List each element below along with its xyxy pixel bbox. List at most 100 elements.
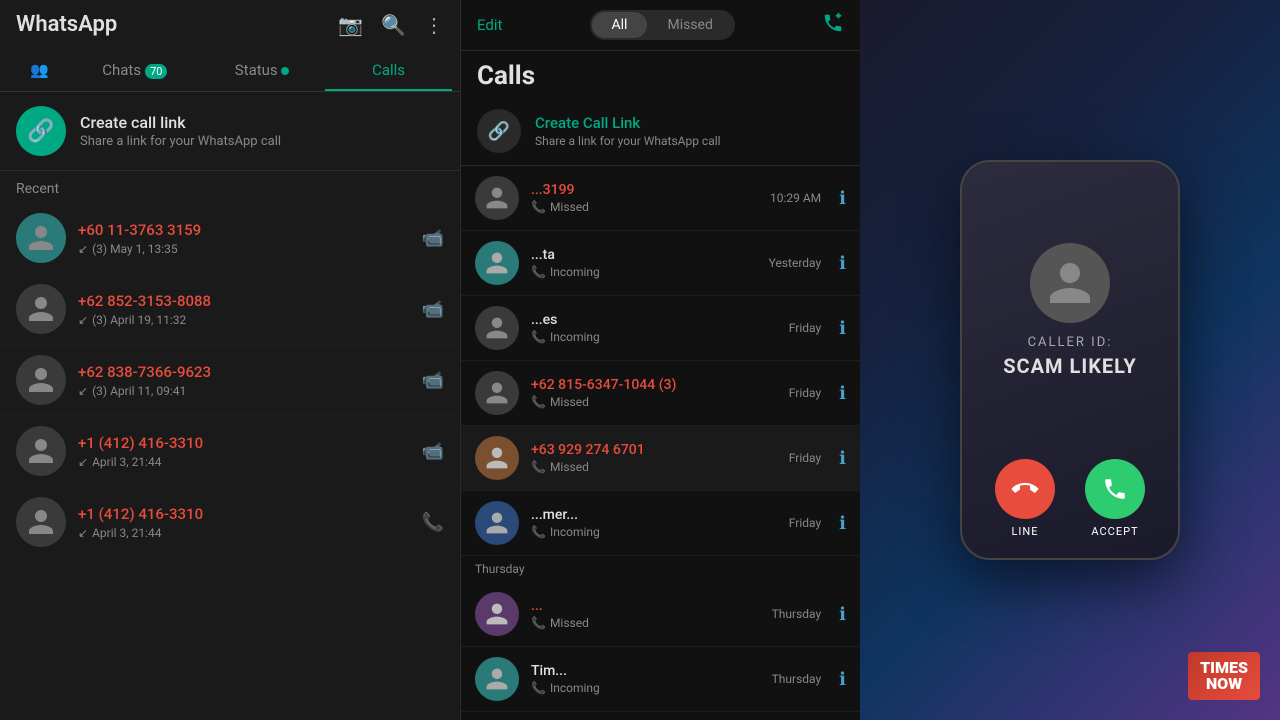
camera-icon[interactable]: 📷: [338, 13, 363, 37]
menu-icon[interactable]: ⋮: [424, 13, 444, 37]
tab-calls[interactable]: Calls: [325, 49, 452, 91]
avatar: [475, 592, 519, 636]
scam-likely-text: SCAM LIKELY: [1003, 354, 1137, 378]
avatar: [475, 306, 519, 350]
info-button[interactable]: ℹ: [839, 188, 846, 209]
decline-button[interactable]: [995, 459, 1055, 519]
link-title: Create call link: [80, 113, 281, 132]
accept-button-group: ACCEPT: [1085, 459, 1145, 538]
call-name: +60 11-3763 3159: [78, 221, 390, 239]
center-call-item[interactable]: ... 📞 Missed Thursday ℹ: [461, 582, 860, 647]
detail-text: Missed: [550, 200, 589, 214]
center-panel: Edit All Missed Calls 🔗 Create Call Link…: [460, 0, 860, 720]
avatar: [475, 501, 519, 545]
center-call-name: Tim...: [531, 663, 760, 679]
caller-id-label: CALLER ID:: [1028, 335, 1113, 350]
center-link-title: Create Call Link: [535, 114, 721, 132]
phone-icon: 📞: [531, 395, 546, 409]
avatar: [16, 355, 66, 405]
center-call-info: +63 929 274 6701 📞 Missed: [531, 442, 777, 474]
tab-status[interactable]: Status: [198, 49, 325, 91]
center-call-info: ...mer... 📞 Incoming: [531, 507, 777, 539]
video-call-icon: 📹: [422, 228, 444, 249]
call-meta: (3) April 11, 09:41: [92, 384, 186, 398]
now-text: NOW: [1200, 676, 1248, 692]
center-call-item[interactable]: +62 815-6347-1044 (3) 📞 Missed Friday ℹ: [461, 361, 860, 426]
section-label-thursday: Thursday: [461, 556, 860, 582]
center-call-item[interactable]: ...3199 📞 Missed 10:29 AM ℹ: [461, 166, 860, 231]
center-call-detail: 📞 Missed: [531, 395, 777, 409]
call-detail: ↙ April 3, 21:44: [78, 526, 402, 540]
sidebar-call-item[interactable]: +62 852-3153-8088 ↙ (3) April 19, 11:32 …: [0, 274, 460, 345]
center-link-text: Create Call Link Share a link for your W…: [535, 114, 721, 148]
contacts-icon: 👥: [30, 61, 49, 79]
center-call-item[interactable]: Tim... 📞 Incoming Thursday ℹ: [461, 647, 860, 712]
call-name: +62 852-3153-8088: [78, 292, 402, 310]
info-button[interactable]: ℹ: [839, 448, 846, 469]
avatar: [475, 176, 519, 220]
filter-missed[interactable]: Missed: [647, 12, 732, 38]
decline-button-group: LINE: [995, 459, 1055, 538]
caller-avatar: [1030, 243, 1110, 323]
center-call-item[interactable]: ... 📞 Incoming Thursday ℹ: [461, 712, 860, 720]
center-call-detail: 📞 Incoming: [531, 681, 760, 695]
info-button[interactable]: ℹ: [839, 318, 846, 339]
phone-icon: 📞: [531, 525, 546, 539]
call-detail: ↙ (3) April 19, 11:32: [78, 313, 402, 327]
sidebar-call-item[interactable]: +62 838-7366-9623 ↙ (3) April 11, 09:41 …: [0, 345, 460, 416]
call-info: +60 11-3763 3159 ↙ (3) May 1, 13:35: [78, 221, 390, 256]
call-meta: April 3, 21:44: [92, 526, 161, 540]
link-icon: 🔗: [16, 106, 66, 156]
center-call-name: ...: [531, 598, 760, 614]
accept-button[interactable]: [1085, 459, 1145, 519]
edit-button[interactable]: Edit: [477, 16, 502, 34]
center-call-info: ...3199 📞 Missed: [531, 182, 758, 214]
sidebar-call-item[interactable]: +1 (412) 416-3310 ↙ April 3, 21:44 📹: [0, 416, 460, 487]
call-time: Friday: [789, 321, 821, 335]
call-time: Yesterday: [769, 256, 822, 270]
recent-label: Recent: [0, 171, 460, 203]
center-call-item[interactable]: ...mer... 📞 Incoming Friday ℹ: [461, 491, 860, 556]
info-button[interactable]: ℹ: [839, 253, 846, 274]
center-call-item[interactable]: +63 929 274 6701 📞 Missed Friday ℹ: [461, 426, 860, 491]
sidebar-call-list: +60 11-3763 3159 ↙ (3) May 1, 13:35 📹 +6…: [0, 203, 460, 720]
call-meta: April 3, 21:44: [92, 455, 161, 469]
info-button[interactable]: ℹ: [839, 669, 846, 690]
center-call-item[interactable]: ...ta 📞 Incoming Yesterday ℹ: [461, 231, 860, 296]
center-call-list: ...3199 📞 Missed 10:29 AM ℹ ...ta 📞 Inco…: [461, 166, 860, 720]
call-name: +1 (412) 416-3310: [78, 434, 402, 452]
phone-icon: 📞: [531, 330, 546, 344]
search-icon[interactable]: 🔍: [381, 13, 406, 37]
info-button[interactable]: ℹ: [839, 513, 846, 534]
call-time: Thursday: [772, 672, 822, 686]
call-detail: ↙ (3) April 11, 09:41: [78, 384, 402, 398]
info-button[interactable]: ℹ: [839, 604, 846, 625]
center-call-name: ...ta: [531, 247, 757, 263]
add-call-button[interactable]: [822, 12, 844, 39]
video-call-icon: 📹: [422, 370, 444, 391]
sidebar-call-item[interactable]: +1 (412) 416-3310 ↙ April 3, 21:44 📞: [0, 487, 460, 558]
phone-mockup: CALLER ID: SCAM LIKELY LINE: [960, 160, 1180, 560]
phone-icon: 📞: [531, 265, 546, 279]
phone-icon: 📞: [531, 460, 546, 474]
tab-chats[interactable]: Chats70: [71, 49, 198, 91]
phone-buttons: LINE ACCEPT: [995, 459, 1145, 538]
create-call-link-sidebar[interactable]: 🔗 Create call link Share a link for your…: [0, 92, 460, 171]
call-info: +1 (412) 416-3310 ↙ April 3, 21:44: [78, 505, 402, 540]
center-call-name: +62 815-6347-1044 (3): [531, 377, 777, 393]
sidebar-call-item[interactable]: +60 11-3763 3159 ↙ (3) May 1, 13:35 📹: [0, 203, 460, 274]
tab-contacts[interactable]: 👥: [8, 49, 71, 91]
call-name: +62 838-7366-9623: [78, 363, 402, 381]
filter-tabs: All Missed: [590, 10, 735, 40]
detail-text: Missed: [550, 395, 589, 409]
info-button[interactable]: ℹ: [839, 383, 846, 404]
center-call-item[interactable]: ...es 📞 Incoming Friday ℹ: [461, 296, 860, 361]
video-call-icon: 📹: [422, 441, 444, 462]
call-info: +62 852-3153-8088 ↙ (3) April 19, 11:32: [78, 292, 402, 327]
center-call-name: ...3199: [531, 182, 758, 198]
times-now-badge: TIMES NOW: [1188, 652, 1260, 700]
center-create-call-link[interactable]: 🔗 Create Call Link Share a link for your…: [461, 97, 860, 166]
call-time: Friday: [789, 386, 821, 400]
filter-all[interactable]: All: [592, 12, 648, 38]
sidebar: WhatsApp 📷 🔍 ⋮ 👥 Chats70 Status Calls 🔗 …: [0, 0, 460, 720]
